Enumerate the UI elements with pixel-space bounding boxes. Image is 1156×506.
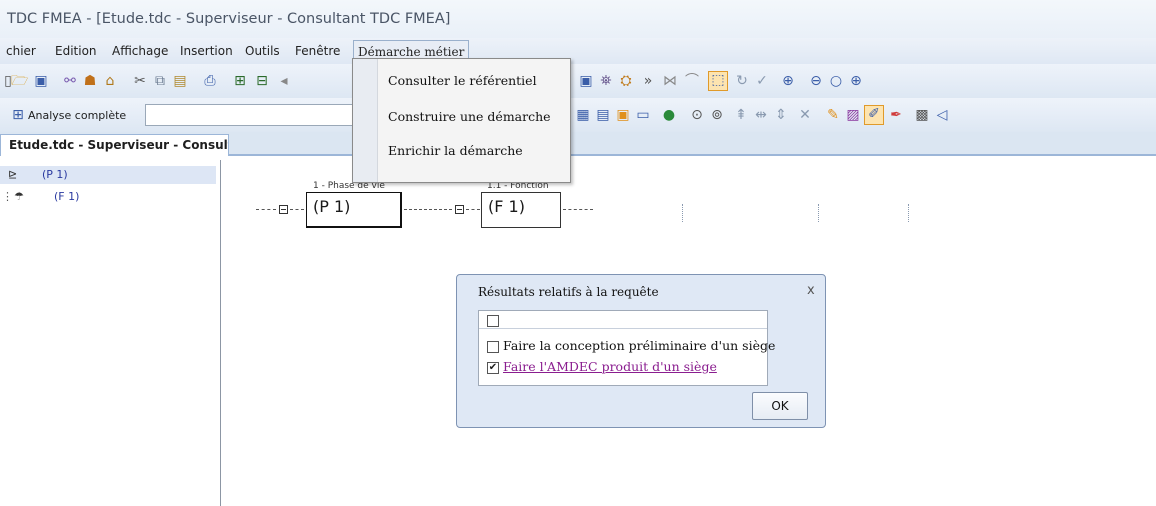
window-title: TDC FMEA - [Etude.tdc - Superviseur - Co…: [7, 11, 451, 27]
grid-view-icon[interactable]: ▦: [575, 107, 591, 123]
add-icon[interactable]: ⊕: [780, 73, 796, 89]
link-icon[interactable]: ⚯: [62, 73, 78, 89]
toolbar-separator: [818, 204, 820, 222]
analyse-complete-button[interactable]: Analyse complète: [28, 109, 126, 122]
close-icon[interactable]: x: [807, 283, 815, 298]
open-folder-icon[interactable]: 🗁: [11, 73, 28, 89]
menu-gutter: [353, 59, 378, 182]
menu-affichage[interactable]: Affichage: [112, 38, 168, 64]
list-item[interactable]: ✔ Faire l'AMDEC produit d'un siège: [479, 358, 767, 376]
list-item[interactable]: [479, 311, 767, 329]
connector-line: [404, 209, 452, 210]
menu-item-construire-demarche[interactable]: Construire une démarche: [388, 109, 551, 124]
analysis-icon[interactable]: ⊞: [10, 107, 26, 123]
cut-icon[interactable]: ✂: [132, 73, 148, 89]
results-list: Faire la conception préliminaire d'un si…: [478, 310, 775, 386]
move-horizontal-icon[interactable]: ⇹: [753, 107, 769, 123]
toolbar-separator: [682, 204, 684, 222]
node-label: (F 1): [488, 197, 525, 216]
move-up-icon[interactable]: ⇞: [733, 107, 749, 123]
zoom-out-icon[interactable]: ⊖: [808, 73, 824, 89]
collapse-icon[interactable]: [455, 205, 464, 214]
ok-button[interactable]: OK: [752, 392, 808, 420]
select-tool-icon[interactable]: ⬚: [708, 71, 728, 91]
demarche-metier-menu: Consulter le référentiel Construire une …: [352, 58, 571, 183]
save-icon[interactable]: ▣: [33, 73, 49, 89]
connector-line: [563, 209, 593, 210]
edit-tool-icon[interactable]: ✐: [864, 105, 884, 125]
zoom-in-icon[interactable]: ⊕: [848, 73, 864, 89]
function-icon: ☂: [14, 190, 24, 203]
menu-fenetre[interactable]: Fenêtre: [295, 38, 340, 64]
option-label: Faire la conception préliminaire d'un si…: [503, 338, 776, 353]
connector-line: [290, 209, 304, 210]
menu-outils[interactable]: Outils: [245, 38, 280, 64]
menu-item-enrichir-demarche[interactable]: Enrichir la démarche: [388, 143, 523, 158]
pencil-icon[interactable]: ✎: [825, 107, 841, 123]
table-icon[interactable]: ▤: [595, 107, 611, 123]
tree-connector: ⋮: [2, 190, 13, 203]
curve-icon[interactable]: ⌒: [684, 73, 700, 89]
share-icon[interactable]: ◁: [934, 107, 950, 123]
structure-tree: [0, 160, 221, 506]
print-icon[interactable]: ⎙: [202, 73, 218, 89]
move-vertical-icon[interactable]: ⇕: [773, 107, 789, 123]
menu-fichier[interactable]: chier: [6, 38, 36, 64]
form-icon[interactable]: ▣: [615, 107, 631, 123]
qr-icon[interactable]: ▩: [914, 107, 930, 123]
menu-edition[interactable]: Edition: [55, 38, 97, 64]
checkbox-checked[interactable]: ✔: [487, 362, 499, 374]
checkbox[interactable]: [487, 315, 499, 327]
toolbar-separator: [908, 204, 910, 222]
tree-item-label: (F 1): [54, 190, 80, 203]
node-label: (P 1): [313, 197, 351, 216]
checkbox[interactable]: [487, 341, 499, 353]
connector-line: [466, 209, 480, 210]
dialog-title: Résultats relatifs à la requête: [478, 285, 659, 299]
tree-view-icon[interactable]: ⊞: [232, 73, 248, 89]
menu-insertion[interactable]: Insertion: [180, 38, 233, 64]
paste-icon[interactable]: ▤: [172, 73, 188, 89]
tree-item[interactable]: ⋮ ☂ (F 1): [0, 188, 216, 206]
zoom-icon[interactable]: ○: [828, 73, 844, 89]
properties-icon[interactable]: ⌂: [102, 73, 118, 89]
diagram-node-phase[interactable]: (P 1): [306, 192, 402, 228]
refresh-icon[interactable]: ↻: [734, 73, 750, 89]
menu-item-consulter-referentiel[interactable]: Consulter le référentiel: [388, 73, 537, 88]
analysis-combo[interactable]: [145, 104, 357, 126]
forward-icon[interactable]: »: [640, 73, 656, 89]
search-group-icon[interactable]: ⛭: [618, 73, 634, 89]
phase-icon: ⊵: [8, 168, 18, 181]
window-icon[interactable]: ▣: [578, 73, 594, 89]
document-tab[interactable]: Etude.tdc - Superviseur - Consult...: [0, 134, 229, 156]
standard-toolbar: ▯ 🗁 ▣ ⚯ ☗ ⌂ ✂ ⧉ ▤ ⎙ ⊞ ⊟ ◂ ▣ ⛯ ⛭ » ⋈ ⌒ ⬚ …: [0, 64, 1156, 154]
chart-icon[interactable]: ▨: [845, 107, 861, 123]
delete-icon[interactable]: ✕: [797, 107, 813, 123]
floppy-icon[interactable]: ▭: [635, 107, 651, 123]
connect-icon[interactable]: ⋈: [662, 73, 678, 89]
menu-bar: chier Edition Affichage Insertion Outils…: [0, 38, 1156, 64]
window-title-bar: TDC FMEA - [Etude.tdc - Superviseur - Co…: [0, 0, 1156, 38]
option-link[interactable]: Faire l'AMDEC produit d'un siège: [503, 359, 717, 374]
target-icon[interactable]: ⊙: [689, 107, 705, 123]
tree-item[interactable]: ⊵ (P 1): [0, 166, 216, 184]
copy-icon[interactable]: ⧉: [152, 73, 168, 89]
collapse-icon[interactable]: [279, 205, 288, 214]
marker-icon[interactable]: ✒: [888, 107, 904, 123]
hierarchy-icon[interactable]: ⊟: [254, 73, 270, 89]
users-icon[interactable]: ☗: [82, 73, 98, 89]
connector-line: [256, 209, 276, 210]
binoculars-icon[interactable]: ⛯: [598, 73, 614, 89]
list-item[interactable]: Faire la conception préliminaire d'un si…: [479, 337, 775, 355]
up-circle-icon[interactable]: ⊚: [709, 107, 725, 123]
back-arrow-icon[interactable]: ◂: [276, 73, 292, 89]
diagram-node-function[interactable]: (F 1): [481, 192, 561, 228]
globe-icon[interactable]: ●: [661, 107, 677, 123]
spell-icon[interactable]: ✓: [754, 73, 770, 89]
tree-item-label: (P 1): [42, 168, 68, 181]
